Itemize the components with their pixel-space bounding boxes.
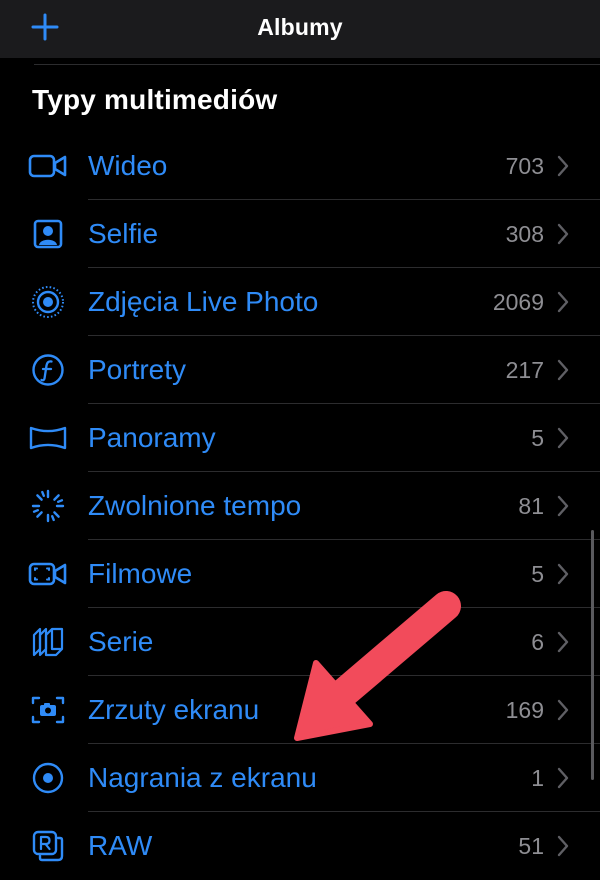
- chevron-right-icon: [557, 631, 569, 653]
- selfie-icon: [28, 216, 68, 252]
- list-item-count: 217: [505, 357, 544, 383]
- list-item-label: Filmowe: [88, 558, 193, 589]
- list-item-count: 1: [531, 765, 544, 791]
- list-item-label: Wideo: [88, 150, 168, 181]
- list-item-panoramy[interactable]: Panoramy 5: [0, 404, 600, 472]
- list-item-count: 169: [505, 697, 544, 723]
- chevron-right-icon: [557, 291, 569, 313]
- list-item-label: Zwolnione tempo: [88, 490, 302, 521]
- list-item-count: 5: [531, 561, 544, 587]
- list-item-live-photo[interactable]: Zdjęcia Live Photo 2069: [0, 268, 600, 336]
- raw-icon: [28, 828, 68, 864]
- section-title: Typy multimediów: [32, 84, 278, 115]
- media-types-list: Wideo 703 Selfie 308 Zdjęcia Live Photo …: [0, 132, 600, 880]
- nav-title: Albumy: [257, 14, 343, 40]
- slow-motion-icon: [28, 488, 68, 524]
- chevron-right-icon: [557, 699, 569, 721]
- scroll-indicator[interactable]: [591, 530, 594, 780]
- panorama-icon: [28, 420, 68, 456]
- list-item-label: Zdjęcia Live Photo: [88, 286, 319, 317]
- chevron-right-icon: [557, 767, 569, 789]
- list-item-count: 308: [505, 221, 544, 247]
- list-item-serie[interactable]: Serie 6: [0, 608, 600, 676]
- list-item-label: Nagrania z ekranu: [88, 762, 317, 793]
- list-item-count: 51: [518, 833, 544, 859]
- list-item-count: 2069: [492, 289, 544, 315]
- albums-screen: Albumy Typy multimediów Wideo 703 Selfie…: [0, 0, 600, 880]
- list-item-count: 81: [518, 493, 544, 519]
- chevron-right-icon: [557, 155, 569, 177]
- portrait-icon: [28, 352, 68, 388]
- list-item-label: Panoramy: [88, 422, 216, 453]
- video-icon: [28, 148, 68, 184]
- navigation-bar: Albumy: [0, 0, 600, 58]
- chevron-right-icon: [557, 427, 569, 449]
- list-item-zwolnione-tempo[interactable]: Zwolnione tempo 81: [0, 472, 600, 540]
- burst-icon: [28, 624, 68, 660]
- divider: [34, 64, 600, 65]
- list-item-selfie[interactable]: Selfie 308: [0, 200, 600, 268]
- list-item-zrzuty-ekranu[interactable]: Zrzuty ekranu 169: [0, 676, 600, 744]
- list-item-label: Zrzuty ekranu: [88, 694, 260, 725]
- list-item-count: 5: [531, 425, 544, 451]
- chevron-right-icon: [557, 563, 569, 585]
- list-item-nagrania-z-ekranu[interactable]: Nagrania z ekranu 1: [0, 744, 600, 812]
- cinematic-icon: [28, 556, 68, 592]
- list-item-label: RAW: [88, 830, 153, 861]
- chevron-right-icon: [557, 495, 569, 517]
- list-item-count: 6: [531, 629, 544, 655]
- chevron-right-icon: [557, 835, 569, 857]
- list-item-label: Selfie: [88, 218, 159, 249]
- screen-recording-icon: [28, 760, 68, 796]
- list-item-wideo[interactable]: Wideo 703: [0, 132, 600, 200]
- chevron-right-icon: [557, 359, 569, 381]
- list-item-label: Serie: [88, 626, 154, 657]
- list-item-raw[interactable]: RAW 51: [0, 812, 600, 880]
- list-item-count: 703: [505, 153, 544, 179]
- list-item-filmowe[interactable]: Filmowe 5: [0, 540, 600, 608]
- live-photo-icon: [28, 284, 68, 320]
- list-item-portrety[interactable]: Portrety 217: [0, 336, 600, 404]
- screenshot-icon: [28, 692, 68, 728]
- list-item-label: Portrety: [88, 354, 187, 385]
- chevron-right-icon: [557, 223, 569, 245]
